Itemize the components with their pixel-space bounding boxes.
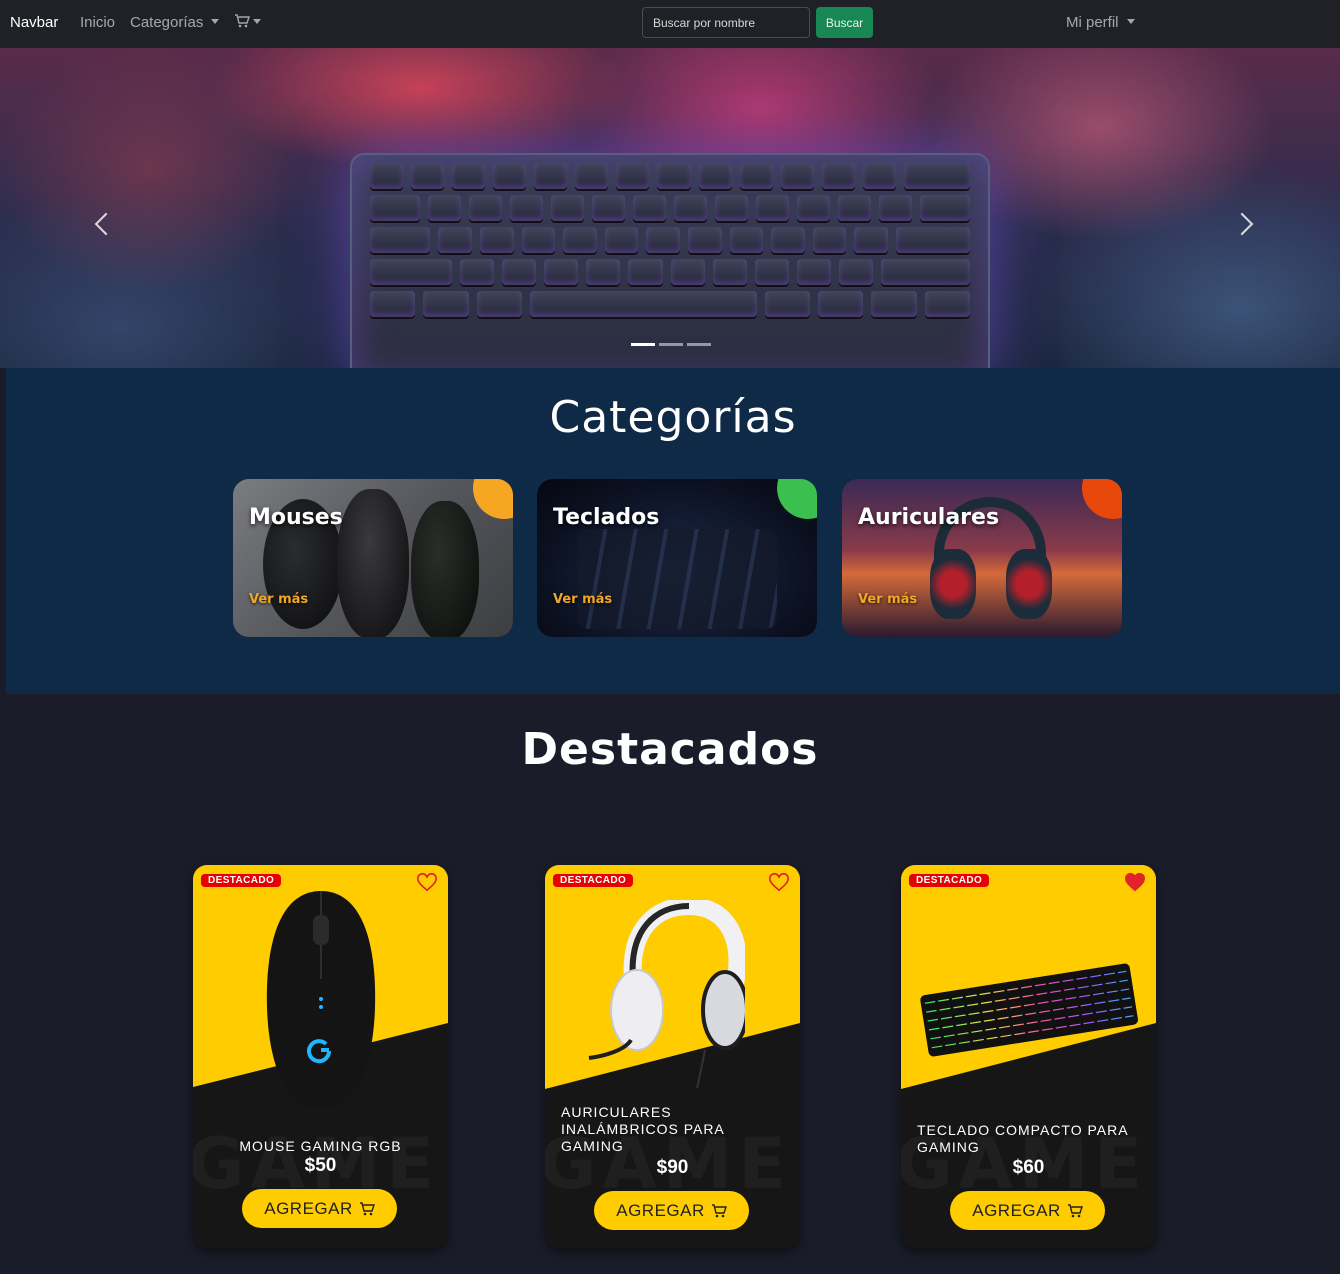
mouse-image — [337, 489, 409, 637]
add-to-cart-label: AGREGAR — [616, 1200, 705, 1220]
carousel-indicator[interactable] — [687, 343, 711, 346]
product-name: AURICULARES INALÁMBRICOS PARA GAMING — [561, 1104, 725, 1154]
product-card: GAME DESTACADO MOUSE GAMING RGB $50 AGRE… — [193, 865, 448, 1248]
chevron-down-icon — [253, 19, 261, 24]
heart-outline-icon[interactable] — [416, 871, 438, 893]
product-image-keyboard — [920, 963, 1138, 1057]
category-see-more-link[interactable]: Ver más — [858, 592, 917, 607]
product-price: $90 — [656, 1157, 689, 1178]
headphones-cup — [1006, 549, 1052, 619]
nav-dropdown-profile[interactable]: Mi perfil — [1066, 14, 1135, 31]
headphones-cup — [930, 549, 976, 619]
heart-filled-icon[interactable] — [1124, 871, 1146, 893]
featured-badge: DESTACADO — [201, 874, 282, 887]
category-name: Teclados — [553, 505, 660, 530]
category-card-headphones[interactable]: Auriculares Ver más — [842, 479, 1122, 637]
add-to-cart-button[interactable]: AGREGAR — [950, 1191, 1105, 1230]
product-name: MOUSE GAMING RGB — [239, 1138, 402, 1154]
cart-icon — [711, 1203, 727, 1217]
categories-title: Categorías — [549, 392, 797, 443]
cart-icon — [359, 1201, 375, 1215]
hero-carousel — [0, 48, 1340, 368]
category-see-more-link[interactable]: Ver más — [553, 592, 612, 607]
carousel-prev-icon[interactable] — [94, 212, 118, 236]
nav-categories-label: Categorías — [130, 14, 204, 31]
featured-title: Destacados — [521, 724, 819, 775]
categories-section: Categorías Mouses Ver más Teclados Ver m… — [6, 368, 1340, 694]
chevron-down-icon — [1126, 19, 1135, 24]
product-image-headphones — [588, 900, 745, 1089]
featured-badge: DESTACADO — [553, 874, 634, 887]
add-to-cart-label: AGREGAR — [972, 1200, 1061, 1220]
product-name: TECLADO COMPACTO PARA GAMING — [917, 1122, 1128, 1155]
category-accent — [1082, 479, 1122, 519]
mouse-image — [411, 501, 479, 637]
navbar-brand[interactable]: Navbar — [10, 14, 58, 31]
product-card: GAME DESTACADO TECLADO COMPACTO PARA GAM… — [901, 865, 1156, 1248]
category-accent — [473, 479, 513, 519]
category-name: Mouses — [249, 505, 343, 530]
product-price: $60 — [1012, 1157, 1045, 1178]
add-to-cart-label: AGREGAR — [264, 1198, 353, 1218]
heart-outline-icon[interactable] — [768, 871, 790, 893]
category-see-more-link[interactable]: Ver más — [249, 592, 308, 607]
search-input[interactable] — [642, 7, 810, 38]
add-to-cart-button[interactable]: AGREGAR — [242, 1189, 397, 1228]
carousel-next-icon[interactable] — [1230, 212, 1254, 236]
category-card-keyboards[interactable]: Teclados Ver más — [537, 479, 817, 637]
carousel-indicator[interactable] — [631, 343, 655, 346]
nav-dropdown-cart[interactable] — [234, 13, 261, 31]
nav-dropdown-categories[interactable]: Categorías — [130, 14, 220, 31]
add-to-cart-button[interactable]: AGREGAR — [594, 1191, 749, 1230]
carousel-slide-image-keyboard — [350, 153, 990, 368]
product-card: GAME DESTACADO AURICULARES INALÁMBRICOS … — [545, 865, 800, 1248]
cart-icon — [1067, 1203, 1083, 1217]
carousel-indicators — [631, 343, 711, 346]
carousel-indicator[interactable] — [659, 343, 683, 346]
nav-link-home[interactable]: Inicio — [80, 14, 115, 31]
cart-icon — [235, 14, 250, 28]
product-image-mouse — [266, 891, 376, 1109]
product-price: $50 — [304, 1155, 337, 1176]
navbar: Navbar Inicio Categorías Buscar Mi perfi… — [0, 0, 1340, 48]
search-button[interactable]: Buscar — [816, 7, 873, 38]
keyboard-image — [577, 529, 777, 629]
featured-badge: DESTACADO — [909, 874, 990, 887]
category-accent — [777, 479, 817, 519]
category-card-mouses[interactable]: Mouses Ver más — [233, 479, 513, 637]
category-name: Auriculares — [858, 505, 1000, 530]
nav-profile-label: Mi perfil — [1066, 14, 1119, 31]
chevron-down-icon — [211, 19, 220, 24]
